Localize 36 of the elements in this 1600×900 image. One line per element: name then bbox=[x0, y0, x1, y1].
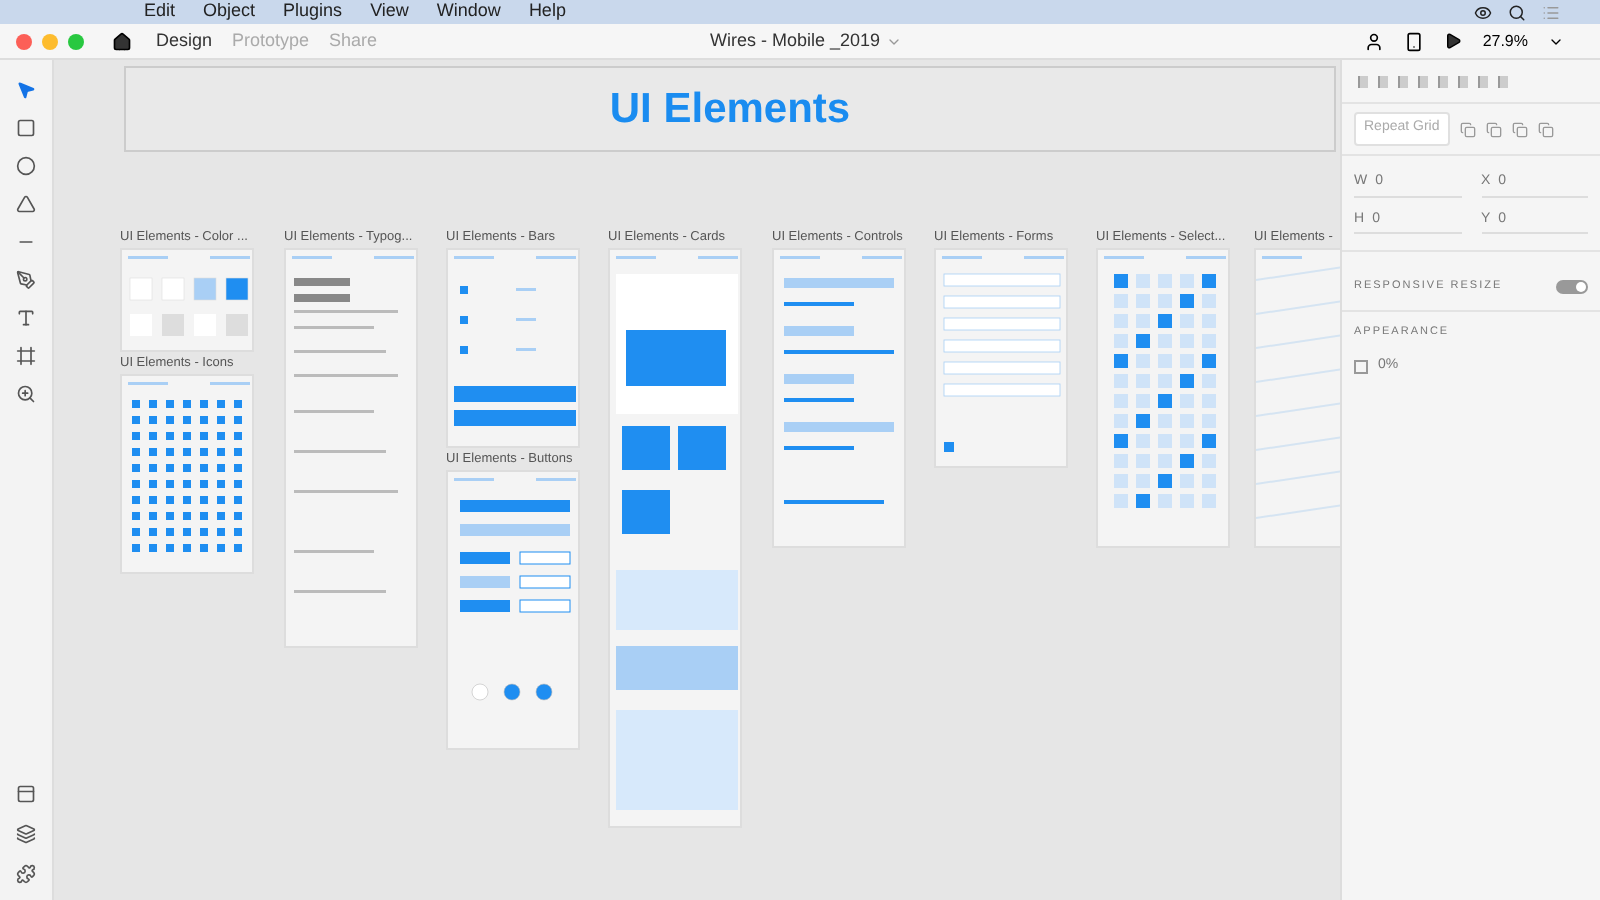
plugins-icon[interactable] bbox=[16, 864, 36, 884]
maximize-window-icon[interactable] bbox=[68, 33, 84, 49]
menu-item[interactable]: Window bbox=[436, 0, 501, 26]
opacity-icon bbox=[1354, 360, 1368, 374]
search-icon[interactable] bbox=[1508, 3, 1526, 21]
pen-tool-icon[interactable] bbox=[16, 270, 36, 290]
close-window-icon[interactable] bbox=[16, 33, 32, 49]
menu-item[interactable]: Plugins bbox=[283, 0, 343, 26]
boolean-icon[interactable] bbox=[1459, 121, 1476, 137]
document-title: Wires - Mobile _2019 bbox=[710, 28, 881, 55]
artboard-heading: UI Elements bbox=[609, 83, 851, 136]
boolean-icon[interactable] bbox=[1485, 121, 1502, 137]
boolean-icon[interactable] bbox=[1537, 121, 1554, 137]
zoom-level[interactable]: 27.9% bbox=[1482, 29, 1528, 53]
menu-item[interactable]: Object bbox=[203, 0, 256, 26]
play-icon[interactable] bbox=[1444, 32, 1463, 50]
artboard-tool-icon[interactable] bbox=[16, 346, 36, 366]
phone-icon[interactable] bbox=[1404, 31, 1425, 51]
triangle-tool-icon[interactable] bbox=[16, 194, 36, 214]
text-tool-icon[interactable] bbox=[16, 308, 36, 328]
zoom-tool-icon[interactable] bbox=[16, 384, 36, 404]
rectangle-tool-icon[interactable] bbox=[16, 118, 36, 138]
select-tool-icon[interactable] bbox=[16, 80, 36, 100]
ellipse-tool-icon[interactable] bbox=[16, 156, 36, 176]
user-icon[interactable] bbox=[1364, 31, 1385, 51]
list-icon[interactable] bbox=[1542, 3, 1560, 21]
panel-icon[interactable] bbox=[16, 784, 36, 804]
layers-icon[interactable] bbox=[16, 824, 36, 844]
menu-item[interactable]: Edit bbox=[144, 0, 176, 26]
boolean-icon[interactable] bbox=[1511, 121, 1528, 137]
mode-tab[interactable]: Design bbox=[156, 27, 213, 55]
home-icon[interactable] bbox=[112, 31, 132, 51]
menu-item[interactable]: View bbox=[370, 0, 409, 26]
toggle-switch[interactable] bbox=[1556, 280, 1588, 294]
menu-item[interactable]: Help bbox=[528, 0, 566, 26]
visibility-icon[interactable] bbox=[1474, 3, 1492, 21]
